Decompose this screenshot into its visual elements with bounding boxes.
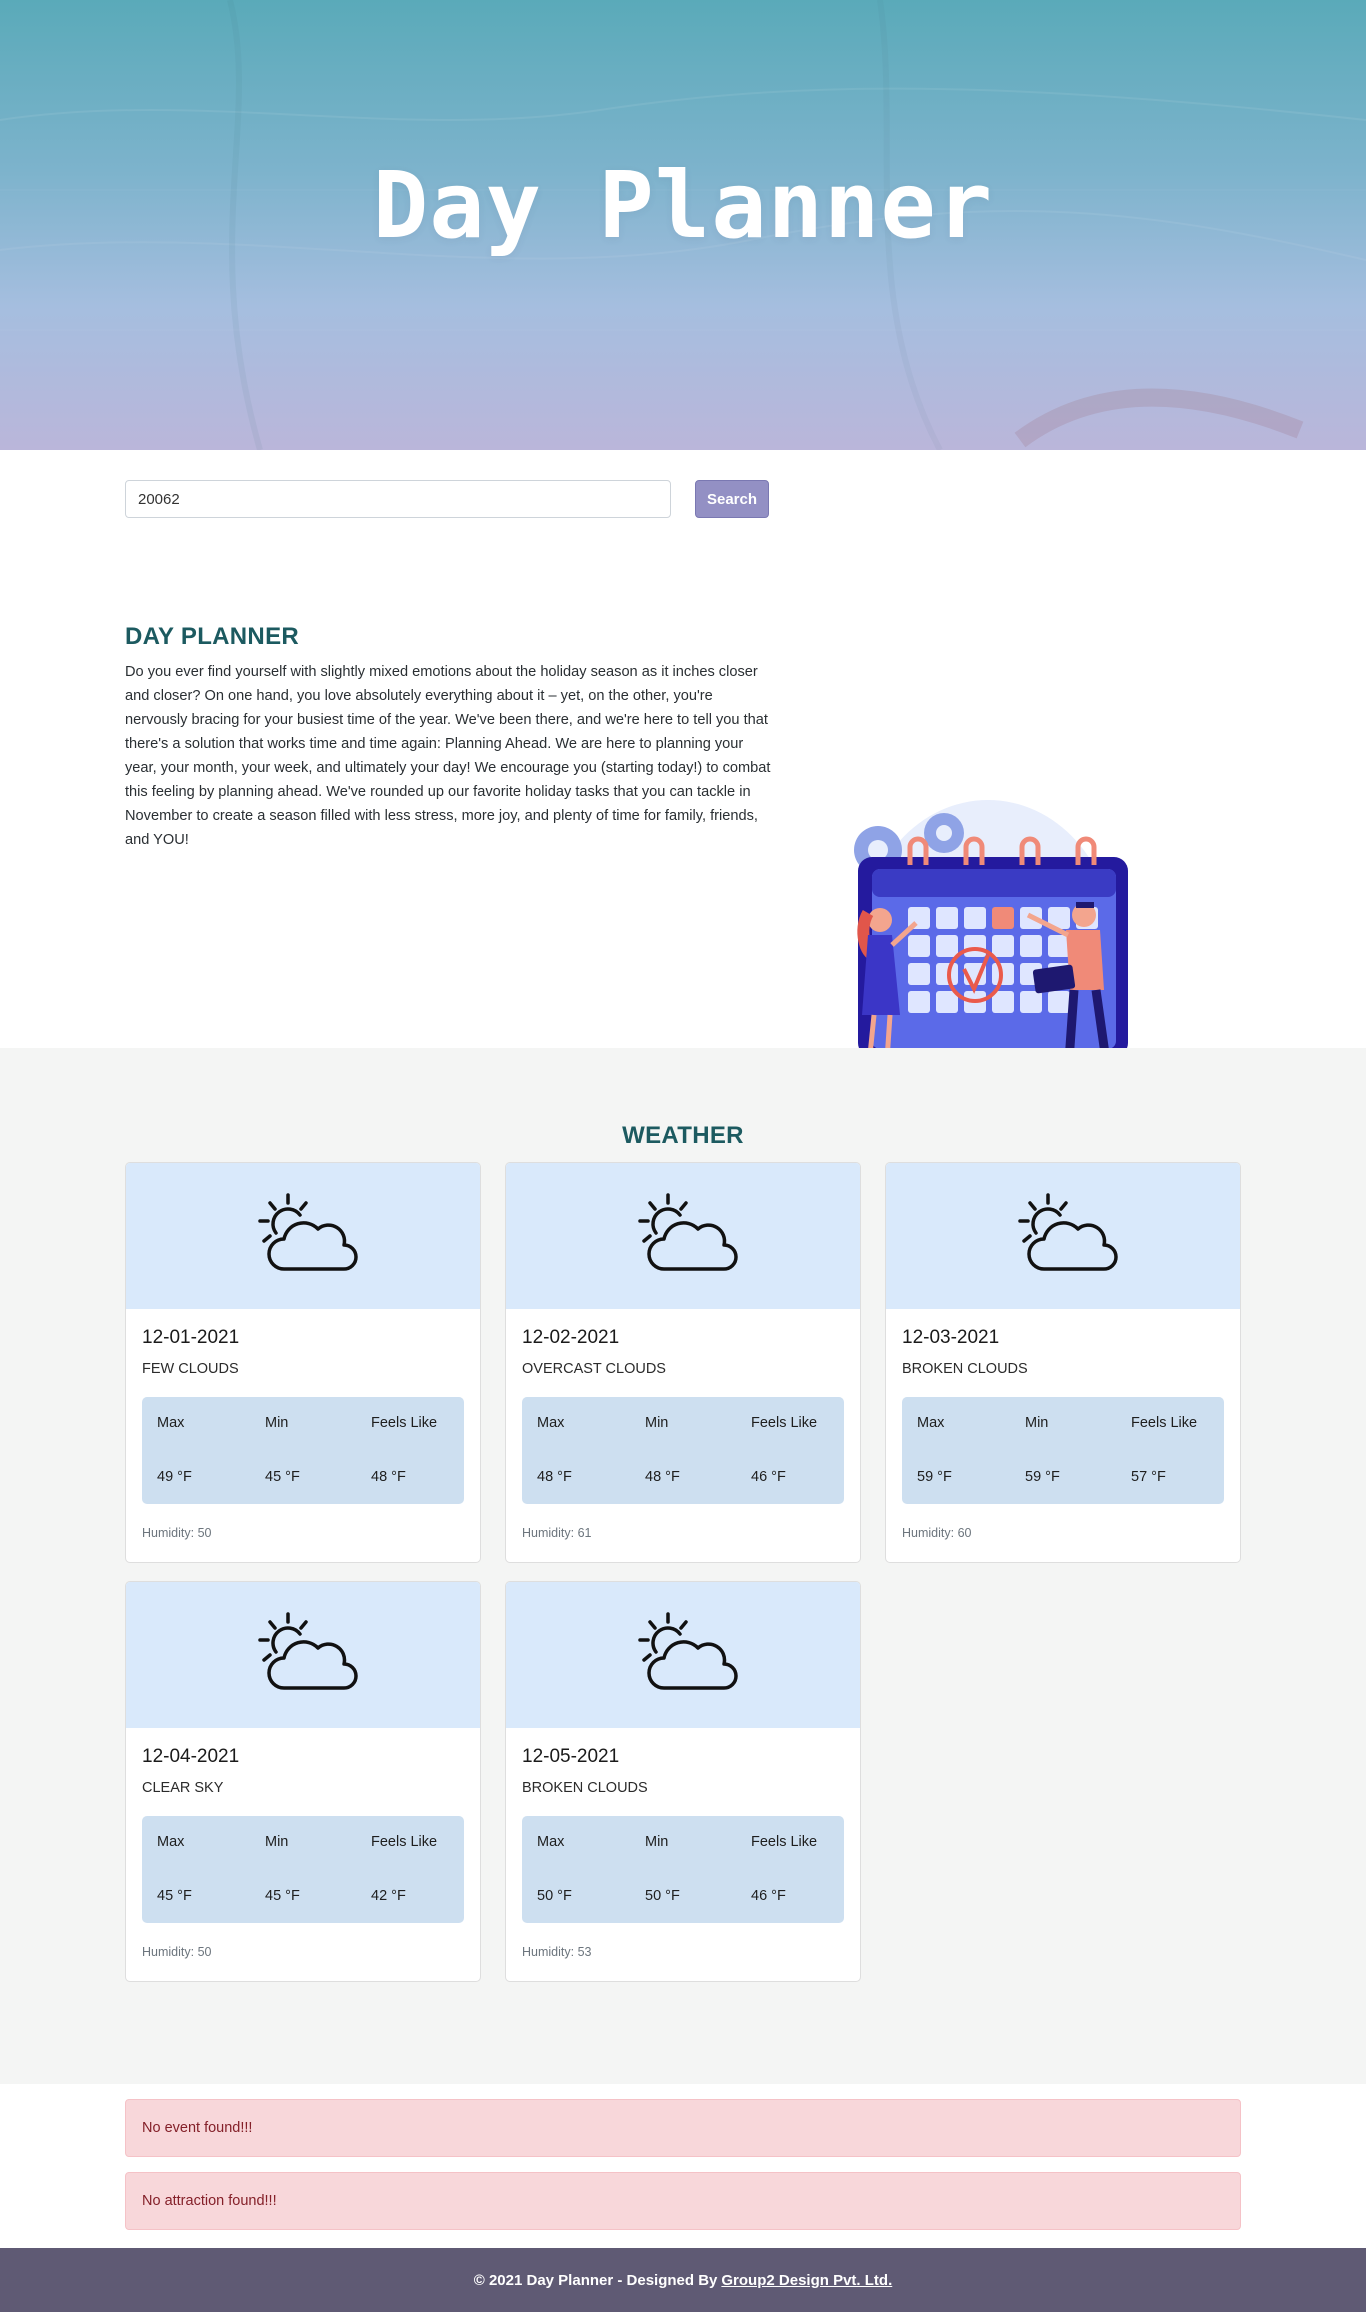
min-temp: 45 °F xyxy=(265,1469,300,1485)
alerts-section: No event found!!! No attraction found!!! xyxy=(0,2084,1366,2248)
min-temp: 48 °F xyxy=(645,1469,680,1485)
partly-cloudy-icon xyxy=(628,1189,738,1284)
no-attraction-alert: No attraction found!!! xyxy=(125,2172,1241,2230)
max-temp: 45 °F xyxy=(157,1888,192,1904)
weather-card: 12-03-2021 BROKEN CLOUDS Max Min Feels L… xyxy=(885,1162,1241,1563)
feels-like-temp: 46 °F xyxy=(751,1888,786,1904)
hero-banner: Day Planner xyxy=(0,0,1366,450)
feels-like-temp: 57 °F xyxy=(1131,1469,1166,1485)
max-temp: 59 °F xyxy=(917,1469,952,1485)
min-label: Min xyxy=(645,1415,669,1431)
max-label: Max xyxy=(157,1415,185,1431)
weather-date: 12-02-2021 xyxy=(522,1327,620,1348)
weather-date: 12-01-2021 xyxy=(142,1327,240,1348)
weather-description: CLEAR SKY xyxy=(142,1780,224,1796)
weather-section: WEATHER 12-01-2021 FEW CLOUDS Max Min Fe… xyxy=(0,1048,1366,2084)
max-label: Max xyxy=(537,1834,565,1850)
weather-description: BROKEN CLOUDS xyxy=(522,1780,648,1796)
search-bar: Search xyxy=(0,450,1366,590)
temperature-panel: Max Min Feels Like 49 °F 45 °F 48 °F xyxy=(142,1397,464,1504)
min-temp: 59 °F xyxy=(1025,1469,1060,1485)
weather-description: BROKEN CLOUDS xyxy=(902,1361,1028,1377)
max-label: Max xyxy=(917,1415,945,1431)
partly-cloudy-icon xyxy=(248,1608,358,1703)
feels-like-label: Feels Like xyxy=(371,1834,438,1850)
weather-heading: WEATHER xyxy=(622,1122,744,1149)
weather-date: 12-03-2021 xyxy=(902,1327,1000,1348)
weather-card-header xyxy=(126,1582,480,1728)
weather-card: 12-05-2021 BROKEN CLOUDS Max Min Feels L… xyxy=(505,1581,861,1982)
temperature-panel: Max Min Feels Like 45 °F 45 °F 42 °F xyxy=(142,1816,464,1923)
weather-card: 12-04-2021 CLEAR SKY Max Min Feels Like … xyxy=(125,1581,481,1982)
temperature-panel: Max Min Feels Like 48 °F 48 °F 46 °F xyxy=(522,1397,844,1504)
weather-date: 12-04-2021 xyxy=(142,1746,240,1767)
humidity-value: Humidity: 50 xyxy=(142,1526,212,1540)
weather-card-header xyxy=(506,1163,860,1309)
max-temp: 48 °F xyxy=(537,1469,572,1485)
footer-designer-link[interactable]: Group2 Design Pvt. Ltd. xyxy=(721,2272,892,2289)
humidity-value: Humidity: 61 xyxy=(522,1526,592,1540)
feels-like-label: Feels Like xyxy=(751,1415,818,1431)
weather-card-header xyxy=(126,1163,480,1309)
min-temp: 45 °F xyxy=(265,1888,300,1904)
partly-cloudy-icon xyxy=(1008,1189,1118,1284)
partly-cloudy-icon xyxy=(628,1608,738,1703)
feels-like-label: Feels Like xyxy=(371,1415,438,1431)
search-button[interactable]: Search xyxy=(695,480,769,518)
feels-like-temp: 42 °F xyxy=(371,1888,406,1904)
weather-description: OVERCAST CLOUDS xyxy=(522,1361,666,1377)
weather-card: 12-01-2021 FEW CLOUDS Max Min Feels Like… xyxy=(125,1162,481,1563)
temperature-panel: Max Min Feels Like 59 °F 59 °F 57 °F xyxy=(902,1397,1224,1504)
about-paragraph: Do you ever find yourself with slightly … xyxy=(125,664,771,848)
weather-card-header xyxy=(506,1582,860,1728)
calendar-illustration xyxy=(854,800,1128,1080)
about-heading: DAY PLANNER xyxy=(125,623,300,650)
about-section: DAY PLANNER Do you ever find yourself wi… xyxy=(0,590,1366,1080)
partly-cloudy-icon xyxy=(248,1189,358,1284)
temperature-panel: Max Min Feels Like 50 °F 50 °F 46 °F xyxy=(522,1816,844,1923)
min-temp: 50 °F xyxy=(645,1888,680,1904)
feels-like-label: Feels Like xyxy=(1131,1415,1198,1431)
humidity-value: Humidity: 53 xyxy=(522,1945,592,1959)
footer: © 2021 Day Planner - Designed By Group2 … xyxy=(0,2248,1366,2312)
min-label: Min xyxy=(1025,1415,1049,1431)
weather-card-header xyxy=(886,1163,1240,1309)
weather-card: 12-02-2021 OVERCAST CLOUDS Max Min Feels… xyxy=(505,1162,861,1563)
feels-like-label: Feels Like xyxy=(751,1834,818,1850)
footer-text: © 2021 Day Planner - Designed By xyxy=(473,2271,718,2289)
min-label: Min xyxy=(645,1834,669,1850)
feels-like-temp: 48 °F xyxy=(371,1469,406,1485)
zip-search-input[interactable] xyxy=(125,480,671,518)
max-label: Max xyxy=(157,1834,185,1850)
max-temp: 49 °F xyxy=(157,1469,192,1485)
weather-description: FEW CLOUDS xyxy=(142,1361,239,1377)
no-event-alert: No event found!!! xyxy=(125,2099,1241,2157)
max-label: Max xyxy=(537,1415,565,1431)
weather-date: 12-05-2021 xyxy=(522,1746,620,1767)
feels-like-temp: 46 °F xyxy=(751,1469,786,1485)
min-label: Min xyxy=(265,1415,289,1431)
hero-title: Day Planner xyxy=(372,151,994,259)
humidity-value: Humidity: 50 xyxy=(142,1945,212,1959)
max-temp: 50 °F xyxy=(537,1888,572,1904)
humidity-value: Humidity: 60 xyxy=(902,1526,972,1540)
min-label: Min xyxy=(265,1834,289,1850)
